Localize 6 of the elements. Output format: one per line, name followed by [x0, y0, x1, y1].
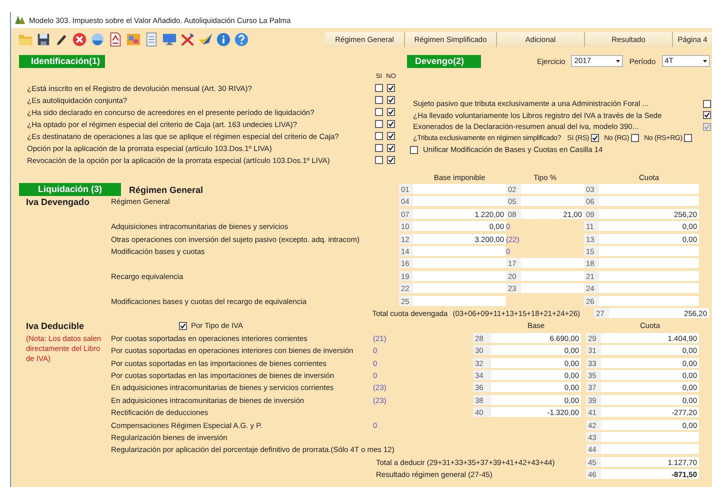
section-header: Identificación(1) — [19, 55, 105, 68]
group-title: Iva Devengado — [26, 196, 90, 207]
section-header: Liquidación (3) — [19, 183, 121, 196]
section-header: Devengo(2) — [407, 54, 481, 68]
section-subtitle: Régimen General — [129, 184, 204, 195]
group-title: Iva Deducible — [26, 320, 84, 331]
